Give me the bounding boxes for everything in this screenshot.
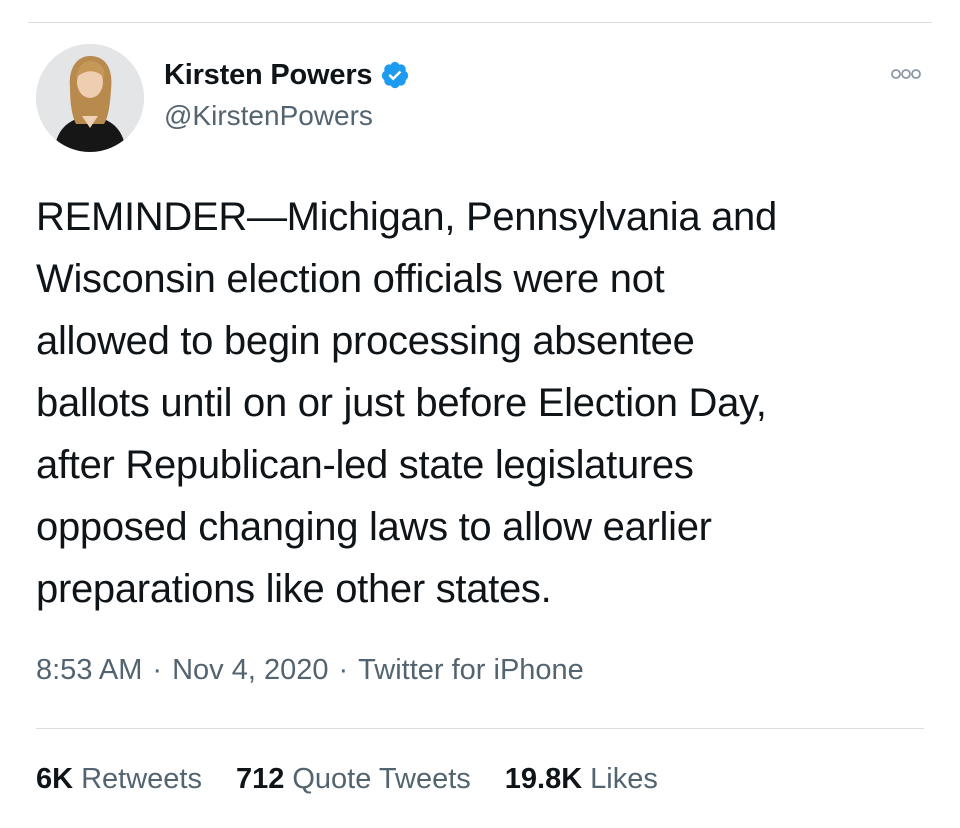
quote-tweets-stat[interactable]: 712 Quote Tweets (236, 763, 471, 796)
tweet-time[interactable]: 8:53 AM (36, 654, 142, 687)
tweet-text: REMINDER—Michigan, Pennsylvania and Wisc… (36, 195, 777, 611)
quote-tweets-label: Quote Tweets (292, 763, 471, 795)
more-options-icon[interactable] (888, 62, 924, 86)
meta-separator: · (152, 654, 163, 686)
author-name-row: Kirsten Powers (164, 58, 410, 92)
likes-stat[interactable]: 19.8K Likes (505, 763, 658, 796)
tweet-metadata: 8:53 AM · Nov 4, 2020 · Twitter for iPho… (36, 654, 584, 687)
stats-divider (36, 728, 924, 729)
tweet-date[interactable]: Nov 4, 2020 (172, 654, 328, 687)
quote-tweets-count: 712 (235, 763, 285, 795)
likes-label: Likes (590, 763, 658, 795)
retweets-count: 6K (36, 763, 74, 795)
verified-badge-icon (380, 60, 410, 90)
avatar[interactable] (36, 44, 144, 152)
engagement-stats: 6K Retweets 712 Quote Tweets 19.8K Likes (36, 763, 692, 796)
author-handle[interactable]: @KirstenPowers (164, 100, 373, 132)
retweets-label: Retweets (81, 763, 202, 795)
retweets-stat[interactable]: 6K Retweets (36, 763, 202, 796)
meta-separator: · (338, 654, 349, 686)
likes-count: 19.8K (504, 763, 583, 795)
top-divider (28, 22, 932, 23)
author-display-name[interactable]: Kirsten Powers (164, 59, 373, 92)
tweet-source[interactable]: Twitter for iPhone (358, 654, 584, 687)
